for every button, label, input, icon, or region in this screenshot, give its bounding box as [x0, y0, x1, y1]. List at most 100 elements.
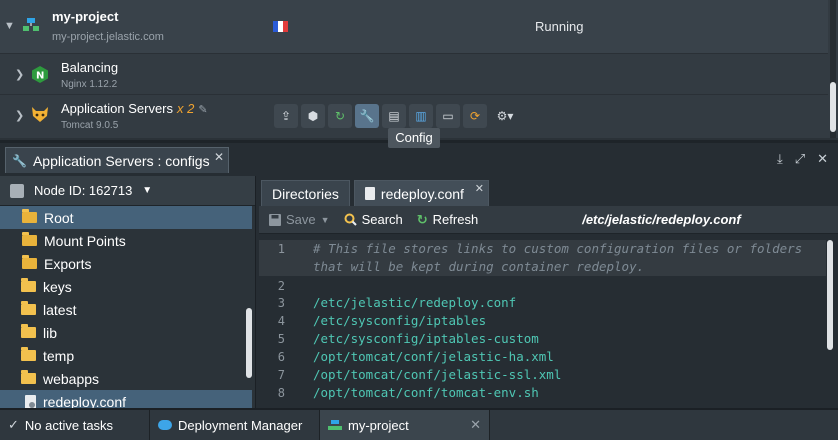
panel-tab-configs[interactable]: 🔧 Application Servers : configs ✕ — [5, 147, 229, 173]
check-icon: ✓ — [8, 417, 19, 432]
caret-down-icon[interactable]: ▼ — [142, 185, 152, 196]
tree-item-root[interactable]: Root — [0, 206, 252, 229]
tree-item-label: lib — [43, 324, 58, 341]
tree-scrollbar-thumb[interactable] — [246, 308, 252, 378]
close-icon[interactable]: ✕ — [214, 150, 224, 164]
line-number: 8 — [277, 386, 285, 400]
close-icon[interactable]: ✕ — [475, 182, 484, 195]
environment-status: Running — [535, 19, 584, 34]
redeploy-icon[interactable]: ⟳ — [463, 104, 487, 128]
node-group-name: Application Servers — [61, 101, 173, 116]
tab-label: redeploy.conf — [380, 185, 464, 202]
cloud-upload-icon — [158, 420, 172, 430]
config-wrench-icon[interactable]: 🔧 — [355, 104, 379, 128]
tree-item-keys[interactable]: keys — [0, 275, 252, 298]
panel-tab-title: Application Servers : configs — [32, 152, 210, 169]
refresh-icon: ↻ — [416, 211, 428, 227]
maximize-icon[interactable]: ⤢ — [795, 151, 805, 167]
deploy-icon[interactable]: ⇪ — [274, 104, 298, 128]
code-line: 6/opt/tomcat/conf/jelastic-ha.xml — [259, 348, 826, 366]
scroll-thumb[interactable] — [827, 240, 833, 350]
line-number: 3 — [277, 296, 285, 310]
tree-item-label: keys — [43, 278, 72, 295]
tree-item-label: Mount Points — [44, 232, 126, 249]
gear-icon[interactable]: ⚙▾ — [490, 104, 520, 128]
search-button[interactable]: Search — [344, 212, 403, 227]
environment-icon — [22, 17, 40, 36]
tree-item-exports[interactable]: Exports — [0, 252, 252, 275]
line-text: /etc/sysconfig/iptables-custom — [313, 331, 539, 346]
chevron-right-icon[interactable]: ❯ — [15, 109, 24, 122]
environment-name[interactable]: my-project — [52, 9, 118, 24]
node-group-version: Nginx 1.12.2 — [61, 79, 118, 90]
folder-icon — [21, 278, 36, 292]
code-line: that will be kept during container redep… — [259, 258, 826, 276]
editor-pane: Directories redeploy.conf ✕ Save ▼ Searc… — [259, 176, 838, 411]
environment-icon — [328, 419, 342, 431]
tree-item-mount-points[interactable]: Mount Points — [0, 229, 252, 252]
node-group-balancing[interactable]: ❯ N Balancing Nginx 1.12.2 — [0, 55, 828, 95]
folder-icon — [21, 347, 36, 361]
save-button[interactable]: Save ▼ — [269, 212, 330, 227]
restart-icon[interactable]: ↻ — [328, 104, 352, 128]
folder-icon — [21, 301, 36, 315]
chevron-down-icon[interactable]: ▼ — [4, 20, 15, 32]
line-text: that will be kept during container redep… — [313, 259, 645, 274]
tab-redeploy-conf[interactable]: redeploy.conf ✕ — [353, 180, 489, 206]
line-text: /etc/sysconfig/iptables — [313, 313, 487, 328]
project-tab[interactable]: my-project ✕ — [320, 410, 490, 440]
line-number: 5 — [277, 332, 285, 346]
deployment-manager-label: Deployment Manager — [178, 417, 303, 433]
code-scrollbar[interactable] — [826, 236, 834, 411]
tree-item-temp[interactable]: temp — [0, 344, 252, 367]
config-panel: 🔧 Application Servers : configs ✕ ⤓ ⤢ ✕ … — [0, 140, 838, 413]
web-ssh-icon[interactable]: ▭ — [436, 104, 460, 128]
caret-down-icon[interactable]: ▼ — [321, 215, 330, 225]
editor-tabs: Directories redeploy.conf ✕ — [259, 176, 838, 206]
environment-url[interactable]: my-project.jelastic.com — [52, 31, 164, 43]
tomcat-icon — [31, 107, 49, 125]
bottom-bar: ✓ No active tasks Deployment Manager my-… — [0, 408, 838, 440]
edit-pencil-icon[interactable]: ✎ — [198, 104, 207, 116]
node-id-label: Node ID: 162713 — [34, 183, 133, 198]
line-text: /opt/tomcat/conf/jelastic-ssl.xml — [313, 367, 562, 382]
tasks-button[interactable]: ✓ No active tasks — [0, 410, 150, 440]
line-text: /opt/tomcat/conf/jelastic-ha.xml — [313, 349, 554, 364]
scroll-thumb[interactable] — [830, 82, 836, 132]
node-group-version: Tomcat 9.0.5 — [61, 120, 119, 131]
config-tooltip: Config — [388, 128, 440, 148]
file-path: /etc/jelastic/redeploy.conf — [582, 212, 741, 227]
environment-row[interactable]: ▼ my-project my-project.jelastic.com Run… — [0, 0, 828, 54]
line-number: 2 — [277, 279, 285, 293]
tree-item-latest[interactable]: latest — [0, 298, 252, 321]
code-editor[interactable]: 1 # This file stores links to custom conf… — [259, 236, 826, 411]
env-list-scrollbar[interactable] — [830, 0, 836, 138]
floppy-icon — [269, 213, 281, 226]
tree-item-label: Exports — [44, 255, 92, 272]
code-line: 4/etc/sysconfig/iptables — [259, 312, 826, 330]
config-file-icon — [25, 394, 36, 409]
add-node-icon[interactable]: ⬢ — [301, 104, 325, 128]
folder-open-icon — [22, 209, 37, 223]
statistics-icon[interactable]: ▥ — [409, 104, 433, 128]
chevron-right-icon[interactable]: ❯ — [15, 68, 24, 81]
log-file-icon[interactable]: ▤ — [382, 104, 406, 128]
code-line: 5/etc/sysconfig/iptables-custom — [259, 330, 826, 348]
code-line: 7/opt/tomcat/conf/jelastic-ssl.xml — [259, 366, 826, 384]
tree-item-webapps[interactable]: webapps — [0, 367, 252, 390]
line-text: /etc/jelastic/redeploy.conf — [313, 295, 517, 310]
wrench-icon: 🔧 — [12, 153, 27, 168]
tab-directories[interactable]: Directories — [261, 180, 350, 206]
tree-item-label: Root — [44, 209, 74, 226]
code-line: 2 — [259, 277, 826, 295]
minimize-icon[interactable]: ⤓ — [777, 151, 783, 167]
node-selector[interactable]: Node ID: 162713 ▼ — [0, 176, 255, 206]
close-icon[interactable]: ✕ — [470, 417, 481, 433]
node-group-title: Application Servers x 2 ✎ — [61, 101, 208, 116]
close-icon[interactable]: ✕ — [817, 151, 828, 167]
file-tree-pane: Node ID: 162713 ▼ Root Mount Points Expo… — [0, 176, 256, 413]
tree-item-lib[interactable]: lib — [0, 321, 252, 344]
deployment-manager-button[interactable]: Deployment Manager — [150, 410, 320, 440]
line-number — [259, 258, 313, 276]
refresh-button[interactable]: ↻ Refresh — [417, 212, 478, 228]
